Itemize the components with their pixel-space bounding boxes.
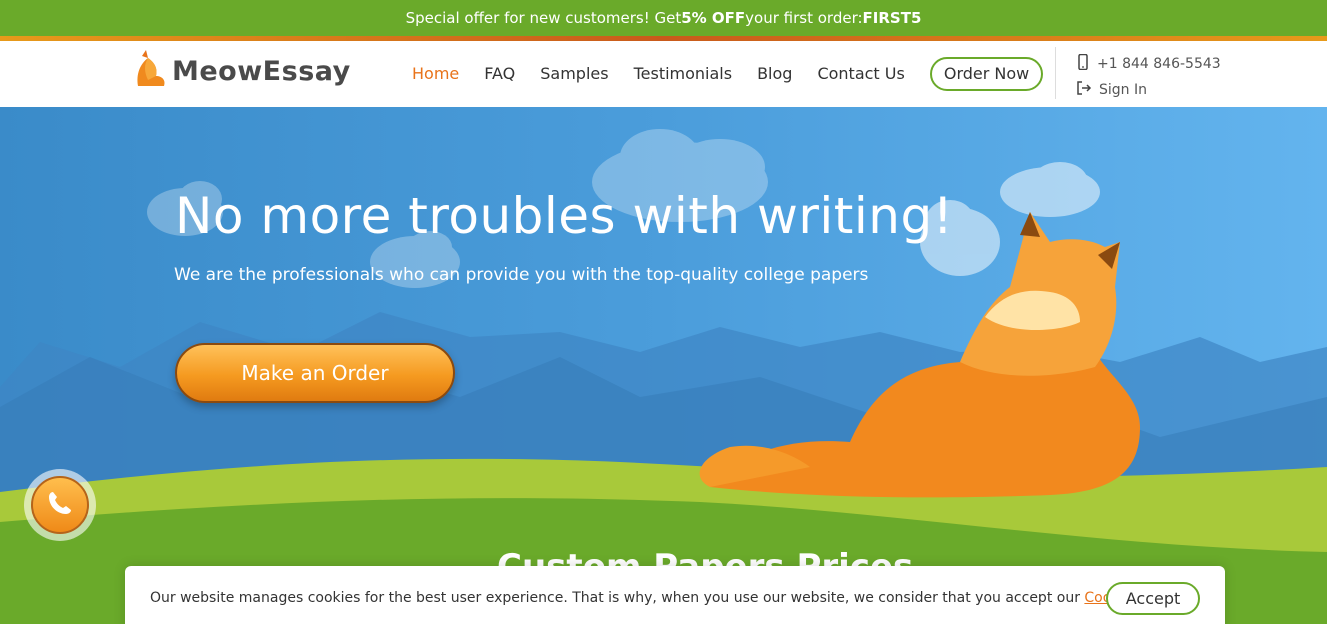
phone-row[interactable]: +1 844 846-5543	[1076, 51, 1221, 77]
hero-headline: No more troubles with writing!	[175, 187, 954, 245]
header-divider	[1055, 47, 1056, 99]
logo-text: MeowEssay	[172, 55, 351, 87]
nav-home[interactable]: Home	[412, 57, 459, 91]
contact-block: +1 844 846-5543 Sign In	[1076, 51, 1221, 103]
promo-text: Special offer for new customers! Get	[405, 9, 682, 27]
logo[interactable]: MeowEssay	[134, 50, 351, 92]
main-nav: Home FAQ Samples Testimonials Blog Conta…	[412, 57, 1044, 91]
cookie-message: Our website manages cookies for the best…	[150, 590, 1085, 606]
phone-number: +1 844 846-5543	[1097, 56, 1221, 72]
promo-bar: Special offer for new customers! Get 5% …	[0, 0, 1327, 36]
phone-call-icon	[45, 488, 75, 522]
cookie-text: Our website manages cookies for the best…	[150, 590, 1179, 606]
call-button-inner	[31, 476, 89, 534]
promo-discount: 5% OFF	[681, 9, 746, 27]
order-now-button[interactable]: Order Now	[929, 57, 1044, 91]
nav-testimonials[interactable]: Testimonials	[634, 57, 733, 91]
hero-section: No more troubles with writing! We are th…	[0, 107, 1327, 624]
accept-cookies-button[interactable]: Accept	[1106, 582, 1200, 615]
promo-text-2: your first order:	[745, 9, 863, 27]
call-button[interactable]	[24, 469, 96, 541]
fox-logo-icon	[134, 50, 168, 92]
sign-in-link[interactable]: Sign In	[1076, 77, 1221, 103]
site-header: MeowEssay Home FAQ Samples Testimonials …	[0, 41, 1327, 107]
nav-blog[interactable]: Blog	[757, 57, 792, 91]
hero-subhead: We are the professionals who can provide…	[174, 265, 869, 285]
mobile-phone-icon	[1076, 53, 1090, 74]
nav-faq[interactable]: FAQ	[484, 57, 515, 91]
sign-in-icon	[1076, 80, 1092, 100]
make-an-order-button[interactable]: Make an Order	[175, 343, 455, 403]
cookie-banner: Our website manages cookies for the best…	[125, 566, 1225, 624]
sign-in-label: Sign In	[1099, 82, 1147, 98]
nav-contact-us[interactable]: Contact Us	[817, 57, 904, 91]
promo-code: FIRST5	[862, 9, 922, 27]
nav-samples[interactable]: Samples	[540, 57, 608, 91]
